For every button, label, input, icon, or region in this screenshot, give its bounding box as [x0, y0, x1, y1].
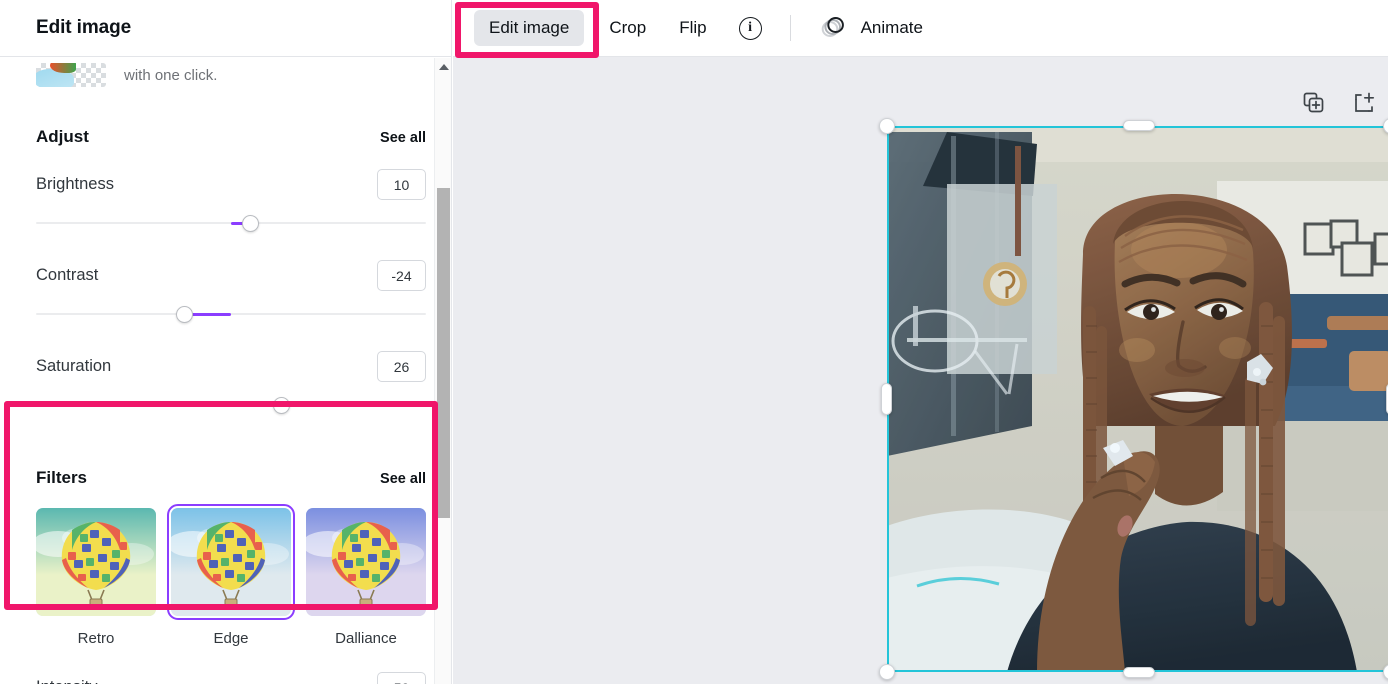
design-canvas[interactable] [453, 57, 1388, 684]
panel-scrollbar[interactable] [434, 58, 451, 684]
resize-handle-left-center[interactable] [881, 383, 892, 415]
info-icon[interactable]: i [738, 16, 762, 40]
filters-section: Filters See all Retro Edge Dalliance [36, 468, 426, 647]
filters-see-all-link[interactable]: See all [380, 471, 426, 487]
slider-track [36, 313, 426, 315]
resize-handle-bottom-center[interactable] [1123, 667, 1155, 678]
background-remover-promo-row[interactable]: with one click. [36, 57, 396, 93]
contrast-label: Contrast [36, 266, 99, 284]
filter-item-edge[interactable]: Edge [167, 504, 295, 647]
adjust-section: Adjust See all Brightness 10 Contrast -2… [36, 127, 426, 417]
filters-title: Filters [36, 468, 88, 487]
filters-header: Filters See all [36, 468, 426, 488]
canvas-page-tools [1302, 91, 1376, 115]
filter-thumbnail-balloon[interactable] [306, 508, 426, 616]
scrollbar-thumb[interactable] [437, 188, 450, 518]
brightness-control: Brightness 10 [36, 169, 426, 235]
tab-flip[interactable]: Flip [679, 18, 706, 38]
edit-image-side-panel: Edit image with one click. Adjust See al… [0, 0, 452, 684]
filter-thumbnail-balloon[interactable] [167, 504, 295, 620]
background-remover-thumbnail-icon [36, 63, 106, 87]
intensity-control: Intensity 50 [36, 672, 426, 684]
promo-text: with one click. [124, 66, 218, 84]
saturation-control: Saturation 26 [36, 351, 426, 417]
intensity-label: Intensity [36, 678, 97, 684]
saturation-value-field[interactable]: 26 [377, 351, 426, 382]
slider-knob[interactable] [242, 215, 259, 232]
panel-scroll-area[interactable]: with one click. Adjust See all Brightnes… [0, 57, 451, 684]
filter-thumbnail-grid: Retro Edge Dalliance [36, 504, 426, 647]
add-page-icon[interactable] [1352, 91, 1376, 115]
contrast-slider[interactable] [36, 302, 426, 326]
resize-handle-bottom-right[interactable] [1383, 664, 1388, 680]
adjust-header: Adjust See all [36, 127, 426, 147]
filter-item-dalliance[interactable]: Dalliance [306, 508, 426, 647]
intensity-value-field[interactable]: 50 [377, 672, 426, 684]
brightness-label: Brightness [36, 175, 114, 193]
tab-edit-image[interactable]: Edit image [474, 10, 585, 46]
page-title: Edit image [36, 17, 132, 38]
selected-image-element[interactable] [879, 118, 1388, 680]
adjust-title: Adjust [36, 127, 89, 146]
tab-crop[interactable]: Crop [609, 18, 646, 38]
brightness-value-field[interactable]: 10 [377, 169, 426, 200]
saturation-label: Saturation [36, 357, 112, 375]
filter-item-retro[interactable]: Retro [36, 508, 156, 647]
animate-icon [819, 13, 847, 44]
resize-handle-bottom-left[interactable] [879, 664, 895, 680]
contrast-value-field[interactable]: -24 [377, 260, 426, 291]
animate-label: Animate [860, 18, 923, 37]
image-toolbar: Edit image Crop Flip i Animate [453, 0, 1388, 57]
filter-thumbnail-balloon[interactable] [36, 508, 156, 616]
resize-handle-top-center[interactable] [1123, 120, 1155, 131]
animate-button[interactable]: Animate [819, 13, 923, 44]
resize-handle-top-left[interactable] [879, 118, 895, 134]
duplicate-page-icon[interactable] [1302, 91, 1326, 115]
filter-label: Edge [213, 630, 249, 647]
scroll-up-arrow-icon[interactable] [435, 58, 451, 76]
filter-label: Retro [77, 630, 115, 647]
contrast-control: Contrast -24 [36, 260, 426, 326]
slider-knob[interactable] [273, 397, 291, 414]
brightness-slider[interactable] [36, 211, 426, 235]
portrait-photo [887, 126, 1388, 672]
panel-header: Edit image [0, 0, 451, 57]
canva-image-editor: Edit image with one click. Adjust See al… [0, 0, 1388, 684]
filter-label: Dalliance [335, 630, 397, 647]
toolbar-divider [789, 15, 791, 41]
slider-knob[interactable] [175, 306, 193, 323]
adjust-see-all-link[interactable]: See all [380, 130, 426, 146]
saturation-slider[interactable] [36, 393, 426, 417]
